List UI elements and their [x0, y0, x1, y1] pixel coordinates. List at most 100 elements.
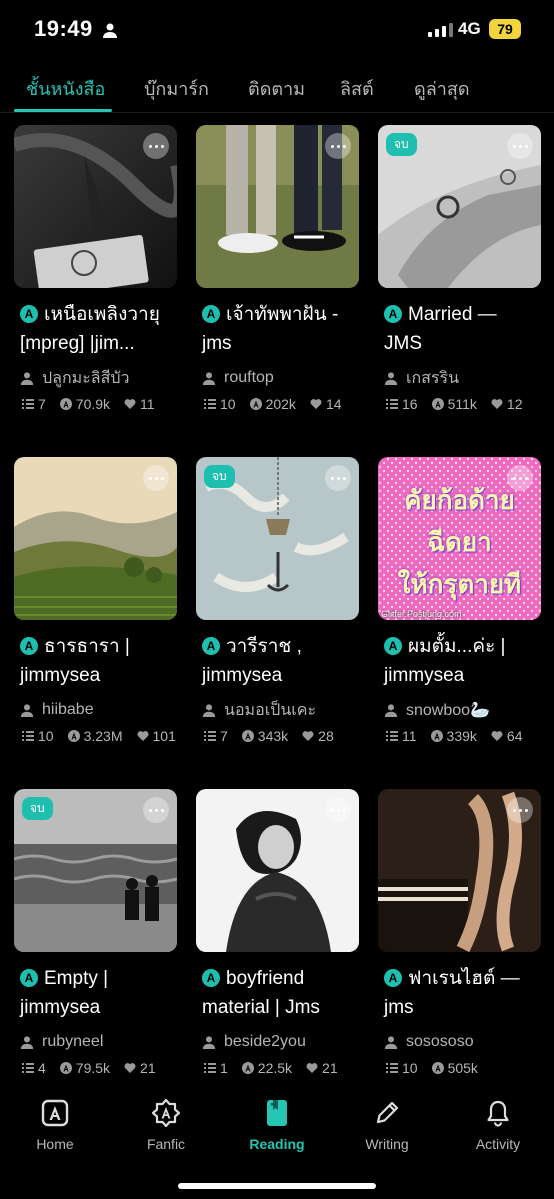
story-type-icon: A: [384, 637, 402, 655]
book-title-line2: jms: [202, 333, 232, 354]
nav-writing[interactable]: Writing: [342, 1098, 432, 1152]
author-name: ปลูกมะลิสีบัว: [42, 369, 130, 387]
pencil-icon: [376, 1101, 399, 1124]
more-options-icon[interactable]: [325, 465, 351, 491]
author-name: snowboo🦢: [406, 702, 490, 719]
list-icon: [386, 1063, 398, 1073]
nav-fanfic[interactable]: Fanfic: [121, 1098, 211, 1152]
book-title-line2: [mpreg] |jim...: [20, 333, 135, 354]
book-stats: 4 79.5k 21: [14, 1060, 177, 1076]
book-title-line1: boyfriend: [226, 968, 305, 989]
book-card[interactable]: จบ A Married — JMS เกสรริน 16 511k 12: [378, 125, 541, 412]
more-options-icon[interactable]: [507, 797, 533, 823]
book-author[interactable]: beside2you: [196, 1030, 359, 1054]
tab-lists[interactable]: ลิสต์: [340, 74, 374, 103]
person-icon: [20, 372, 34, 385]
heart-icon: [302, 731, 314, 741]
book-icon: [267, 1100, 287, 1126]
library-tabs: ชั้นหนังสือ บุ๊กมาร์ก ติดตาม ลิสต์ ดูล่า…: [0, 62, 554, 112]
book-author[interactable]: เกสรริน: [378, 366, 541, 390]
book-author[interactable]: rouftop: [196, 366, 359, 390]
book-title[interactable]: A เหนือเพลิงวายุ [mpreg] |jim...: [14, 300, 177, 358]
tab-recent[interactable]: ดูล่าสุด: [414, 74, 470, 103]
author-name: นอมอเป็นเคะ: [224, 701, 317, 719]
nav-home[interactable]: Home: [10, 1098, 100, 1152]
person-icon: [20, 704, 34, 717]
book-card[interactable]: คัยก้อด้าย ฉีดยา ให้กรุตายที Glitter.Postju…: [378, 457, 541, 744]
vote-count: 64: [506, 728, 523, 744]
book-author[interactable]: hiibabe: [14, 698, 177, 722]
reads-icon: [430, 730, 443, 742]
book-stats: 10 202k 14: [196, 396, 359, 412]
tab-following[interactable]: ติดตาม: [248, 74, 305, 103]
list-icon: [204, 731, 216, 741]
author-name: beside2you: [224, 1033, 306, 1050]
book-author[interactable]: sosososo: [378, 1030, 541, 1054]
book-card[interactable]: Aboyfriend material | Jms beside2you 1 22…: [196, 789, 359, 1076]
more-options-icon[interactable]: [507, 465, 533, 491]
more-options-icon[interactable]: [325, 797, 351, 823]
book-cover[interactable]: [196, 125, 359, 288]
book-author[interactable]: snowboo🦢: [378, 698, 541, 722]
person-icon: [384, 1036, 398, 1049]
nav-label: Activity: [475, 1136, 521, 1152]
book-stats: 7 343k 28: [196, 728, 359, 744]
book-cover[interactable]: คัยก้อด้าย ฉีดยา ให้กรุตายที Glitter.Postju…: [378, 457, 541, 620]
finished-badge: จบ: [22, 797, 53, 820]
read-count: 505k: [447, 1060, 478, 1076]
read-count: 70.9k: [75, 396, 111, 412]
book-cover[interactable]: [14, 125, 177, 288]
book-card[interactable]: จบ A วารีราช , jimmysea นอมอเป็นเคะ 7 343k…: [196, 457, 359, 744]
nav-activity[interactable]: Activity: [453, 1098, 543, 1152]
cover-text-line: ให้กรุตายที: [397, 569, 522, 599]
book-title-line1: ธารธารา |: [44, 636, 130, 657]
book-cover[interactable]: จบ: [378, 125, 541, 288]
more-options-icon[interactable]: [325, 133, 351, 159]
book-title[interactable]: A เจ้าทัพพาฝัน - jms: [196, 300, 359, 358]
book-title-line2: jms: [384, 997, 414, 1018]
book-title[interactable]: A ฟาเรนไฮต์ — jms: [378, 964, 541, 1022]
more-options-icon[interactable]: [507, 133, 533, 159]
book-title[interactable]: A Married — JMS: [378, 300, 541, 358]
book-title[interactable]: A ธารธารา | jimmysea: [14, 632, 177, 690]
cover-text: คัยก้อด้าย ฉีดยา ให้กรุตายที: [378, 479, 541, 605]
heart-icon: [137, 731, 148, 741]
book-author[interactable]: rubyneel: [14, 1030, 177, 1054]
book-title[interactable]: A ผมตั้ม...ค่ะ | jimmysea: [378, 632, 541, 690]
heart-icon: [491, 399, 503, 409]
nav-label: Home: [36, 1136, 74, 1152]
book-card[interactable]: A ธารธารา | jimmysea hiibabe 10 3.23M 101: [14, 457, 177, 744]
vote-count: 12: [506, 396, 523, 412]
book-cover[interactable]: [14, 457, 177, 620]
book-stats: 11 339k 64: [378, 728, 541, 744]
tab-shelf[interactable]: ชั้นหนังสือ: [26, 74, 105, 103]
tab-bookmarks[interactable]: บุ๊กมาร์ก: [144, 74, 209, 103]
book-card[interactable]: A ฟาเรนไฮต์ — jms sosososo 10 505k: [378, 789, 541, 1076]
chapter-count: 7: [220, 728, 228, 744]
battery-indicator: 79: [489, 19, 521, 39]
more-options-icon[interactable]: [143, 465, 169, 491]
book-title[interactable]: Aboyfriend material | Jms: [196, 964, 359, 1022]
nav-label: Reading: [249, 1136, 305, 1152]
more-options-icon[interactable]: [143, 133, 169, 159]
book-stats: 10 3.23M 101: [14, 728, 177, 744]
book-cover[interactable]: [378, 789, 541, 952]
book-cover[interactable]: จบ: [196, 457, 359, 620]
book-author[interactable]: นอมอเป็นเคะ: [196, 698, 359, 722]
reads-icon: [431, 1062, 444, 1074]
nav-reading[interactable]: Reading: [232, 1098, 322, 1152]
book-title[interactable]: A Empty | jimmysea: [14, 964, 177, 1022]
read-count: 3.23M: [83, 728, 123, 744]
book-cover[interactable]: [196, 789, 359, 952]
more-options-icon[interactable]: [143, 797, 169, 823]
book-stats: 10 505k: [378, 1060, 541, 1076]
heart-icon: [124, 399, 136, 409]
book-card[interactable]: จบ A Empty | jimmysea rubyneel 4 79.5k 21: [14, 789, 177, 1076]
book-cover[interactable]: จบ: [14, 789, 177, 952]
book-card[interactable]: A เหนือเพลิงวายุ [mpreg] |jim... ปลูกมะลิส…: [14, 125, 177, 412]
book-title[interactable]: A วารีราช , jimmysea: [196, 632, 359, 690]
author-name: sosososo: [406, 1033, 474, 1050]
heart-icon: [306, 1063, 318, 1073]
book-card[interactable]: A เจ้าทัพพาฝัน - jms rouftop 10 202k 14: [196, 125, 359, 412]
book-author[interactable]: ปลูกมะลิสีบัว: [14, 366, 177, 390]
